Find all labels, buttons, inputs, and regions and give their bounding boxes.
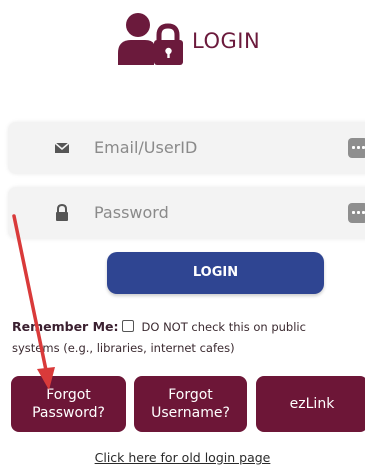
remember-me: Remember Me: DO NOT check this on public … (12, 316, 357, 359)
remember-me-label: Remember Me: (12, 319, 119, 334)
email-placeholder: Email/UserID (94, 138, 198, 157)
password-manager-icon[interactable] (348, 203, 365, 223)
lock-icon (56, 204, 68, 221)
password-field[interactable]: Password (8, 187, 365, 239)
login-button[interactable]: LOGIN (107, 252, 324, 294)
remember-me-checkbox[interactable] (121, 320, 134, 332)
page-header: LOGIN (116, 10, 260, 66)
ezlink-button[interactable]: ezLink (256, 376, 365, 432)
page-title: LOGIN (192, 29, 261, 53)
user-lock-icon (118, 13, 183, 65)
envelope-icon (54, 142, 70, 153)
old-login-link[interactable]: Click here for old login page (0, 450, 365, 465)
forgot-username-button[interactable]: Forgot Username? (134, 376, 247, 432)
password-manager-icon[interactable] (348, 138, 365, 158)
email-field[interactable]: Email/UserID (8, 122, 365, 174)
password-placeholder: Password (94, 203, 169, 222)
forgot-password-button[interactable]: Forgot Password? (11, 376, 126, 432)
